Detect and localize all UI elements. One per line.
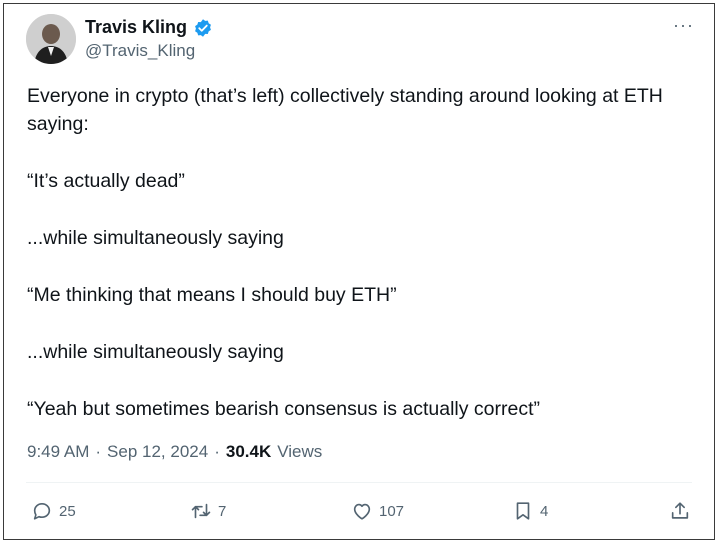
tweet-line: “It’s actually dead” bbox=[27, 170, 185, 192]
repost-button[interactable]: 7 bbox=[190, 500, 226, 522]
tweet-meta: 9:49 AM · Sep 12, 2024 · 30.4K Views bbox=[27, 442, 322, 462]
reply-count: 25 bbox=[59, 502, 76, 520]
meta-separator: · bbox=[95, 442, 102, 461]
divider bbox=[26, 482, 692, 483]
tweet-line: ...while simultaneously saying bbox=[27, 227, 284, 249]
more-options-icon[interactable]: ··· bbox=[673, 16, 694, 34]
tweet-text: Everyone in crypto (that’s left) collect… bbox=[27, 82, 687, 423]
tweet-line: “Me thinking that means I should buy ETH… bbox=[27, 284, 397, 306]
tweet-line: Everyone in crypto (that’s left) collect… bbox=[27, 85, 663, 135]
author-name-row: Travis Kling bbox=[85, 17, 213, 38]
tweet-time[interactable]: 9:49 AM bbox=[27, 442, 89, 462]
like-count: 107 bbox=[379, 502, 405, 520]
share-icon bbox=[671, 502, 689, 519]
avatar[interactable] bbox=[26, 14, 76, 64]
reply-icon bbox=[33, 503, 51, 520]
tweet-card: Travis Kling @Travis_Kling ··· Everyone … bbox=[3, 3, 715, 540]
bookmark-icon bbox=[516, 502, 530, 520]
author-name[interactable]: Travis Kling bbox=[85, 17, 187, 38]
repost-icon bbox=[191, 503, 211, 519]
reply-button[interactable]: 25 bbox=[31, 500, 76, 522]
heart-icon bbox=[353, 503, 371, 520]
share-button[interactable] bbox=[669, 500, 691, 522]
views-count: 30.4K bbox=[225, 442, 272, 461]
like-button[interactable]: 107 bbox=[351, 500, 404, 522]
verified-badge-icon bbox=[195, 18, 211, 37]
bookmark-count: 4 bbox=[540, 502, 549, 520]
tweet-line: “Yeah but sometimes bearish consensus is… bbox=[27, 398, 541, 420]
repost-count: 7 bbox=[218, 502, 227, 520]
bookmark-button[interactable]: 4 bbox=[512, 500, 548, 522]
views-label: Views bbox=[277, 442, 323, 461]
tweet-line: ...while simultaneously saying bbox=[27, 341, 284, 363]
meta-separator: · bbox=[214, 442, 220, 461]
author-handle[interactable]: @Travis_Kling bbox=[85, 41, 195, 61]
action-bar: 25 7 107 4 bbox=[4, 500, 716, 528]
tweet-date[interactable]: Sep 12, 2024 bbox=[107, 442, 208, 462]
